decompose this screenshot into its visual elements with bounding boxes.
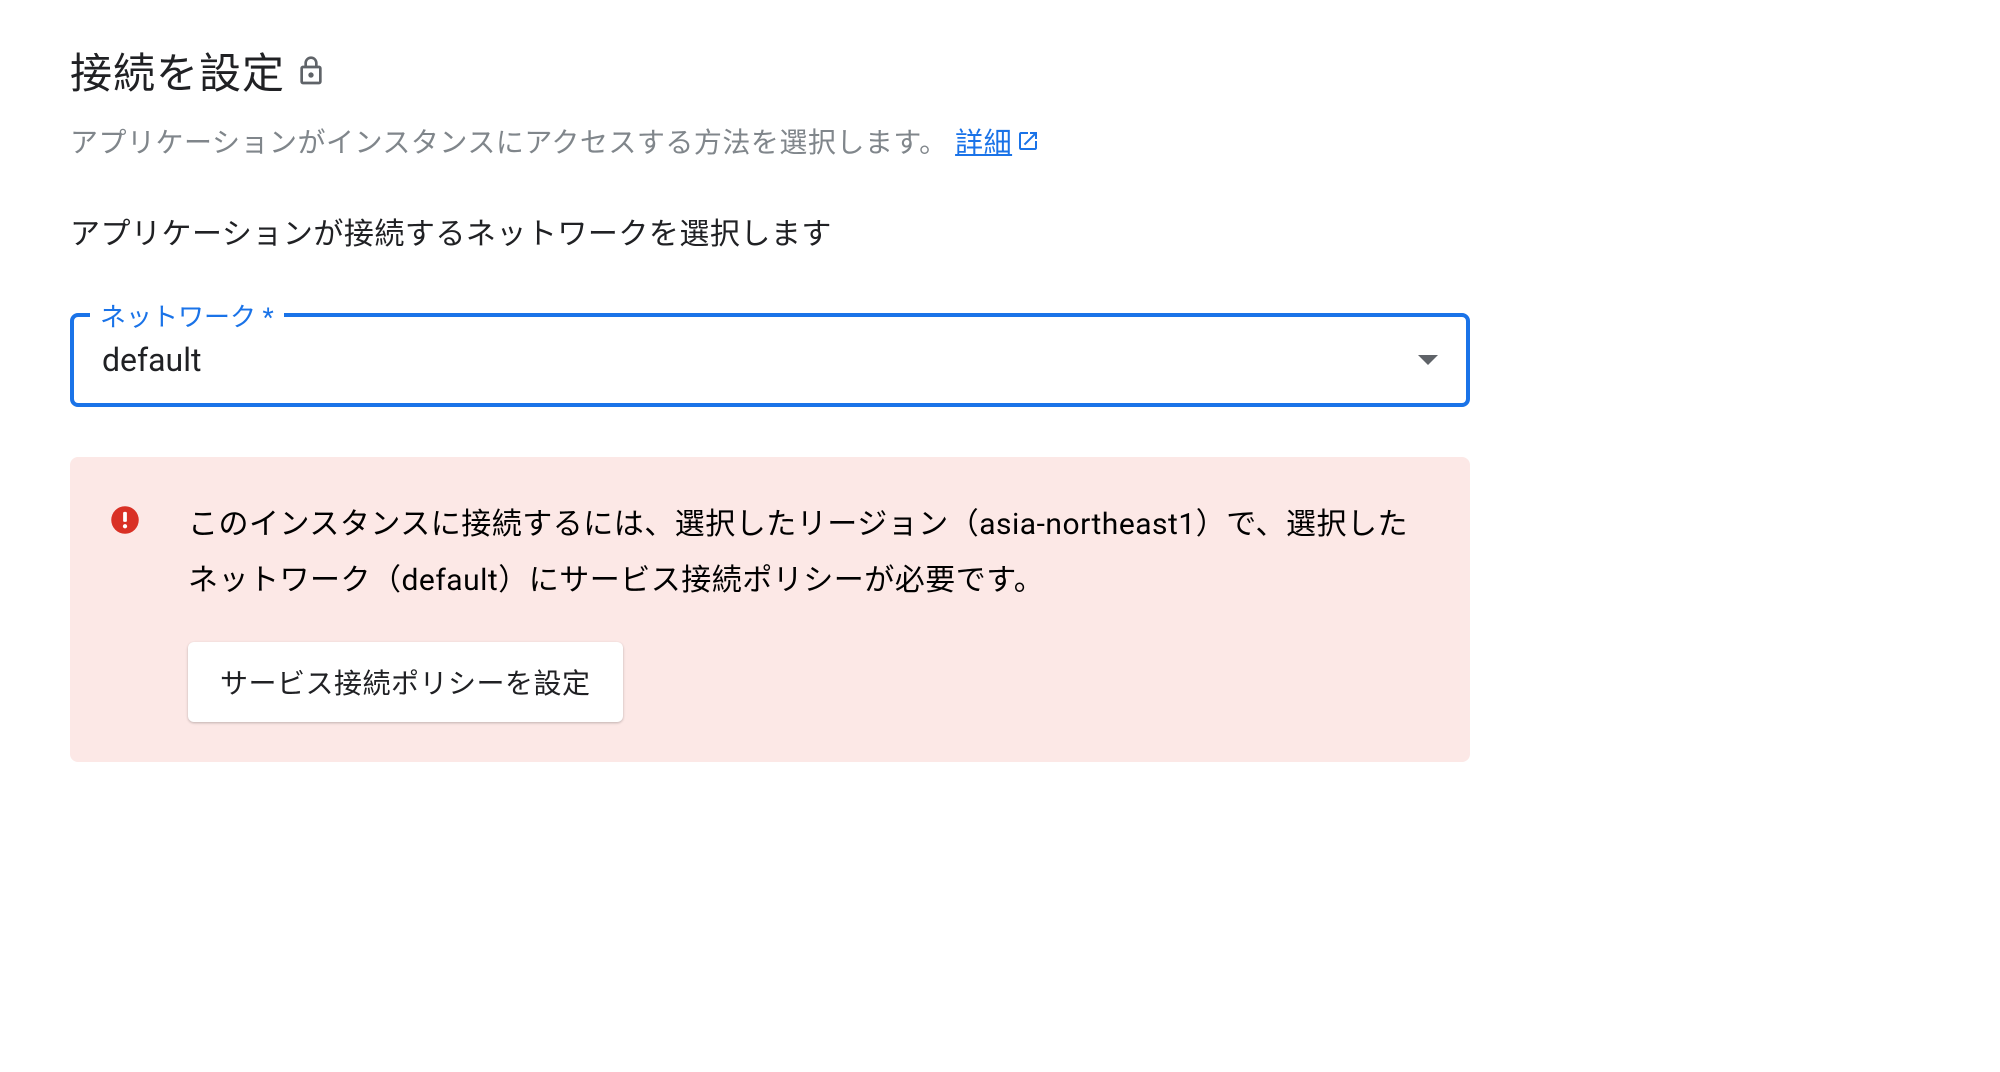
section-title-text: 接続を設定 (70, 40, 285, 101)
subtitle: アプリケーションが接続するネットワークを選択します (70, 209, 1470, 253)
error-banner: このインスタンスに接続するには、選択したリージョン（asia-northeast… (70, 457, 1470, 762)
error-icon (110, 505, 140, 539)
network-field: ネットワーク * default (70, 313, 1470, 407)
learn-more-label: 詳細 (955, 121, 1012, 161)
network-field-label: ネットワーク * (90, 297, 284, 334)
configure-policy-button[interactable]: サービス接続ポリシーを設定 (188, 642, 623, 722)
description-text: アプリケーションがインスタンスにアクセスする方法を選択します。 (70, 126, 948, 159)
error-content: このインスタンスに接続するには、選択したリージョン（asia-northeast… (188, 497, 1422, 722)
network-select-value: default (102, 341, 201, 379)
connection-settings-section: 接続を設定 アプリケーションがインスタンスにアクセスする方法を選択します。 詳細… (70, 40, 1470, 762)
error-message: このインスタンスに接続するには、選択したリージョン（asia-northeast… (188, 497, 1422, 608)
chevron-down-icon (1418, 355, 1438, 365)
section-title: 接続を設定 (70, 40, 1470, 101)
section-description: アプリケーションがインスタンスにアクセスする方法を選択します。 詳細 (70, 121, 1470, 161)
external-link-icon (1016, 129, 1040, 153)
learn-more-link[interactable]: 詳細 (955, 121, 1040, 161)
lock-icon (295, 55, 327, 87)
